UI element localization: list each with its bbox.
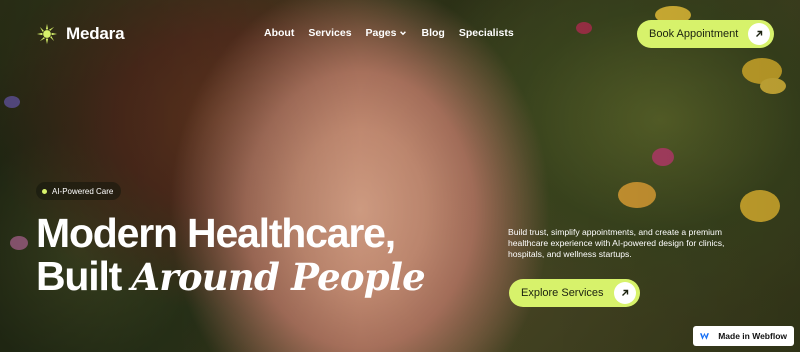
hero-section: Medara About Services Pages Blog Special…	[0, 0, 800, 352]
hero-headline: Modern Healthcare, Built Around People	[36, 210, 426, 299]
sunburst-icon	[36, 23, 58, 45]
book-appointment-button[interactable]: Book Appointment	[637, 20, 775, 48]
explore-services-label: Explore Services	[521, 287, 604, 299]
nav-pages[interactable]: Pages	[366, 27, 408, 39]
webflow-icon	[700, 332, 710, 340]
ai-care-badge: AI-Powered Care	[36, 182, 122, 200]
chevron-down-icon	[400, 31, 407, 36]
brand-logo[interactable]: Medara	[36, 23, 125, 45]
arrow-up-right-icon	[613, 282, 636, 304]
headline-line-2-plain: Built	[36, 253, 132, 299]
webflow-badge-label: Made in Webflow	[718, 331, 787, 341]
arrow-up-right-icon	[748, 23, 771, 45]
badge-dot	[42, 188, 47, 194]
top-navigation: Medara About Services Pages Blog Special…	[0, 0, 800, 68]
headline-line-1: Modern Healthcare,	[36, 210, 396, 256]
nav-services[interactable]: Services	[308, 27, 351, 39]
badge-label: AI-Powered Care	[52, 186, 114, 196]
nav-pages-label: Pages	[365, 27, 397, 39]
made-in-webflow-badge[interactable]: Made in Webflow	[693, 326, 794, 346]
main-menu: About Services Pages Blog Specialists	[264, 27, 514, 39]
nav-blog[interactable]: Blog	[421, 27, 444, 39]
nav-specialists[interactable]: Specialists	[459, 27, 514, 39]
hero-description: Build trust, simplify appointments, and …	[508, 227, 725, 259]
headline-line-2-italic: Around People	[131, 255, 425, 299]
explore-services-button[interactable]: Explore Services	[509, 279, 640, 307]
brand-name: Medara	[66, 24, 125, 43]
nav-about[interactable]: About	[264, 27, 294, 39]
book-appointment-label: Book Appointment	[649, 28, 739, 40]
